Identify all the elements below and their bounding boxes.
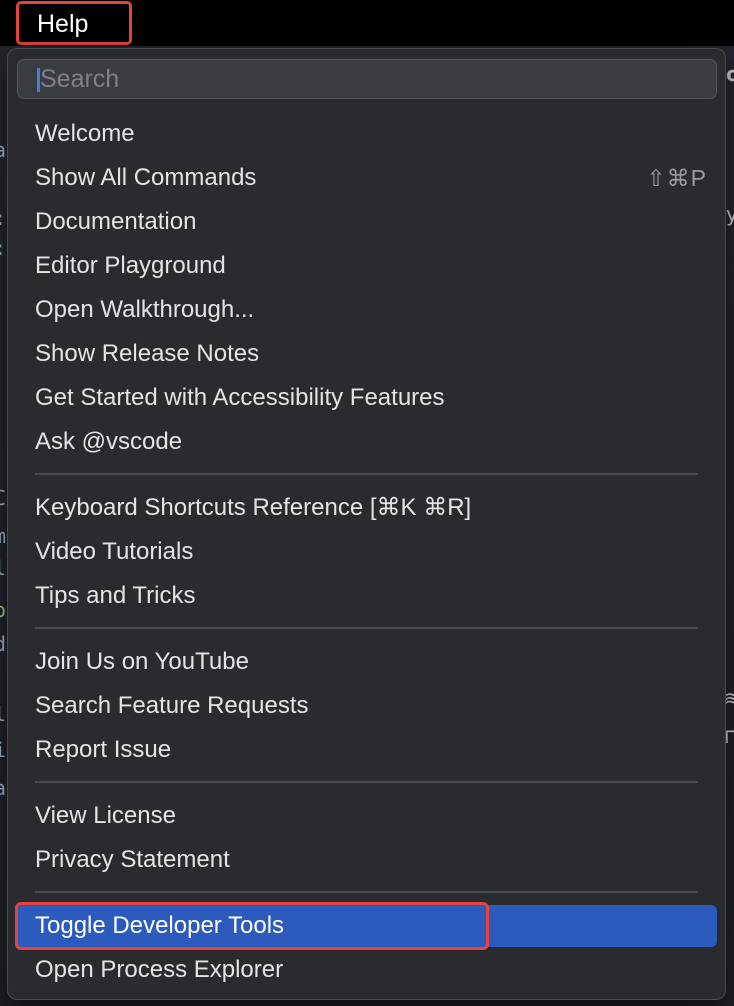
menu-item-label: Tips and Tricks xyxy=(35,582,196,609)
menu-item-join-youtube[interactable]: Join Us on YouTube xyxy=(16,641,717,683)
app-window: a : : C m l o d l i a o y ≋ ⊓ Help Welco… xyxy=(0,0,734,1006)
editor-text-fragment: : xyxy=(0,236,6,260)
menu-item-label: Open Walkthrough... xyxy=(35,296,255,323)
editor-text-fragment: a xyxy=(0,776,7,800)
menu-item-documentation[interactable]: Documentation xyxy=(16,201,717,243)
help-menu-dropdown: Welcome Show All Commands ⇧⌘P Documentat… xyxy=(7,48,726,1000)
editor-text-fragment: d xyxy=(0,632,7,656)
menu-item-search-feature-requests[interactable]: Search Feature Requests xyxy=(16,685,717,727)
menu-item-label: Welcome xyxy=(35,120,135,147)
menubar: Help xyxy=(0,0,734,46)
editor-text-fragment: o xyxy=(0,598,7,622)
menu-item-shortcut: ⇧⌘P xyxy=(646,165,707,191)
menu-item-ask-vscode[interactable]: Ask @vscode xyxy=(16,421,717,463)
menu-item-label: Video Tutorials xyxy=(35,538,194,565)
menu-item-view-license[interactable]: View License xyxy=(16,795,717,837)
menu-item-label: Get Started with Accessibility Features xyxy=(35,384,445,411)
menu-item-show-release-notes[interactable]: Show Release Notes xyxy=(16,333,717,375)
menu-item-label: Join Us on YouTube xyxy=(35,648,249,675)
menu-item-open-process-explorer[interactable]: Open Process Explorer xyxy=(16,949,717,991)
menu-item-show-all-commands[interactable]: Show All Commands ⇧⌘P xyxy=(16,157,717,199)
menu-divider xyxy=(35,781,698,783)
editor-text-fragment: a xyxy=(0,138,7,162)
menu-help-label: Help xyxy=(37,10,89,38)
editor-text-fragment: l xyxy=(0,556,7,580)
menu-item-report-issue[interactable]: Report Issue xyxy=(16,729,717,771)
editor-text-fragment: o xyxy=(726,62,734,86)
editor-text-fragment: : xyxy=(0,206,6,230)
menu-item-label: Privacy Statement xyxy=(35,846,230,873)
editor-text-fragment: y xyxy=(726,202,734,226)
menu-item-label: Keyboard Shortcuts Reference [⌘K ⌘R] xyxy=(35,494,472,521)
menu-item-video-tutorials[interactable]: Video Tutorials xyxy=(16,531,717,573)
menu-item-label: Report Issue xyxy=(35,736,172,763)
menu-item-accessibility-features[interactable]: Get Started with Accessibility Features xyxy=(16,377,717,419)
menu-item-label: Documentation xyxy=(35,208,197,235)
menu-search-input[interactable] xyxy=(40,60,700,98)
menu-item-welcome[interactable]: Welcome xyxy=(16,113,717,155)
menu-item-label: Search Feature Requests xyxy=(35,692,309,719)
menu-help[interactable]: Help xyxy=(16,1,132,45)
menu-item-label: View License xyxy=(35,802,176,829)
menu-divider xyxy=(35,627,698,629)
menu-item-open-walkthrough[interactable]: Open Walkthrough... xyxy=(16,289,717,331)
menu-divider xyxy=(35,891,698,893)
menu-item-keyboard-shortcuts-reference[interactable]: Keyboard Shortcuts Reference [⌘K ⌘R] xyxy=(16,487,717,529)
editor-text-fragment: l xyxy=(0,702,7,726)
menu-item-tips-and-tricks[interactable]: Tips and Tricks xyxy=(16,575,717,617)
menu-divider xyxy=(35,473,698,475)
menu-item-label: Show Release Notes xyxy=(35,340,260,367)
editor-text-fragment: C xyxy=(0,486,7,510)
menu-item-label: Show All Commands xyxy=(35,164,257,191)
annotation-highlight-box xyxy=(15,902,489,950)
menu-item-label: Open Process Explorer xyxy=(35,956,284,983)
menu-item-label: Ask @vscode xyxy=(35,428,183,455)
editor-text-fragment: m xyxy=(0,524,7,548)
menu-item-editor-playground[interactable]: Editor Playground xyxy=(16,245,717,287)
menu-search-box[interactable] xyxy=(17,59,717,99)
editor-text-fragment: i xyxy=(0,738,7,762)
menu-item-privacy-statement[interactable]: Privacy Statement xyxy=(16,839,717,881)
menu-item-label: Editor Playground xyxy=(35,252,226,279)
